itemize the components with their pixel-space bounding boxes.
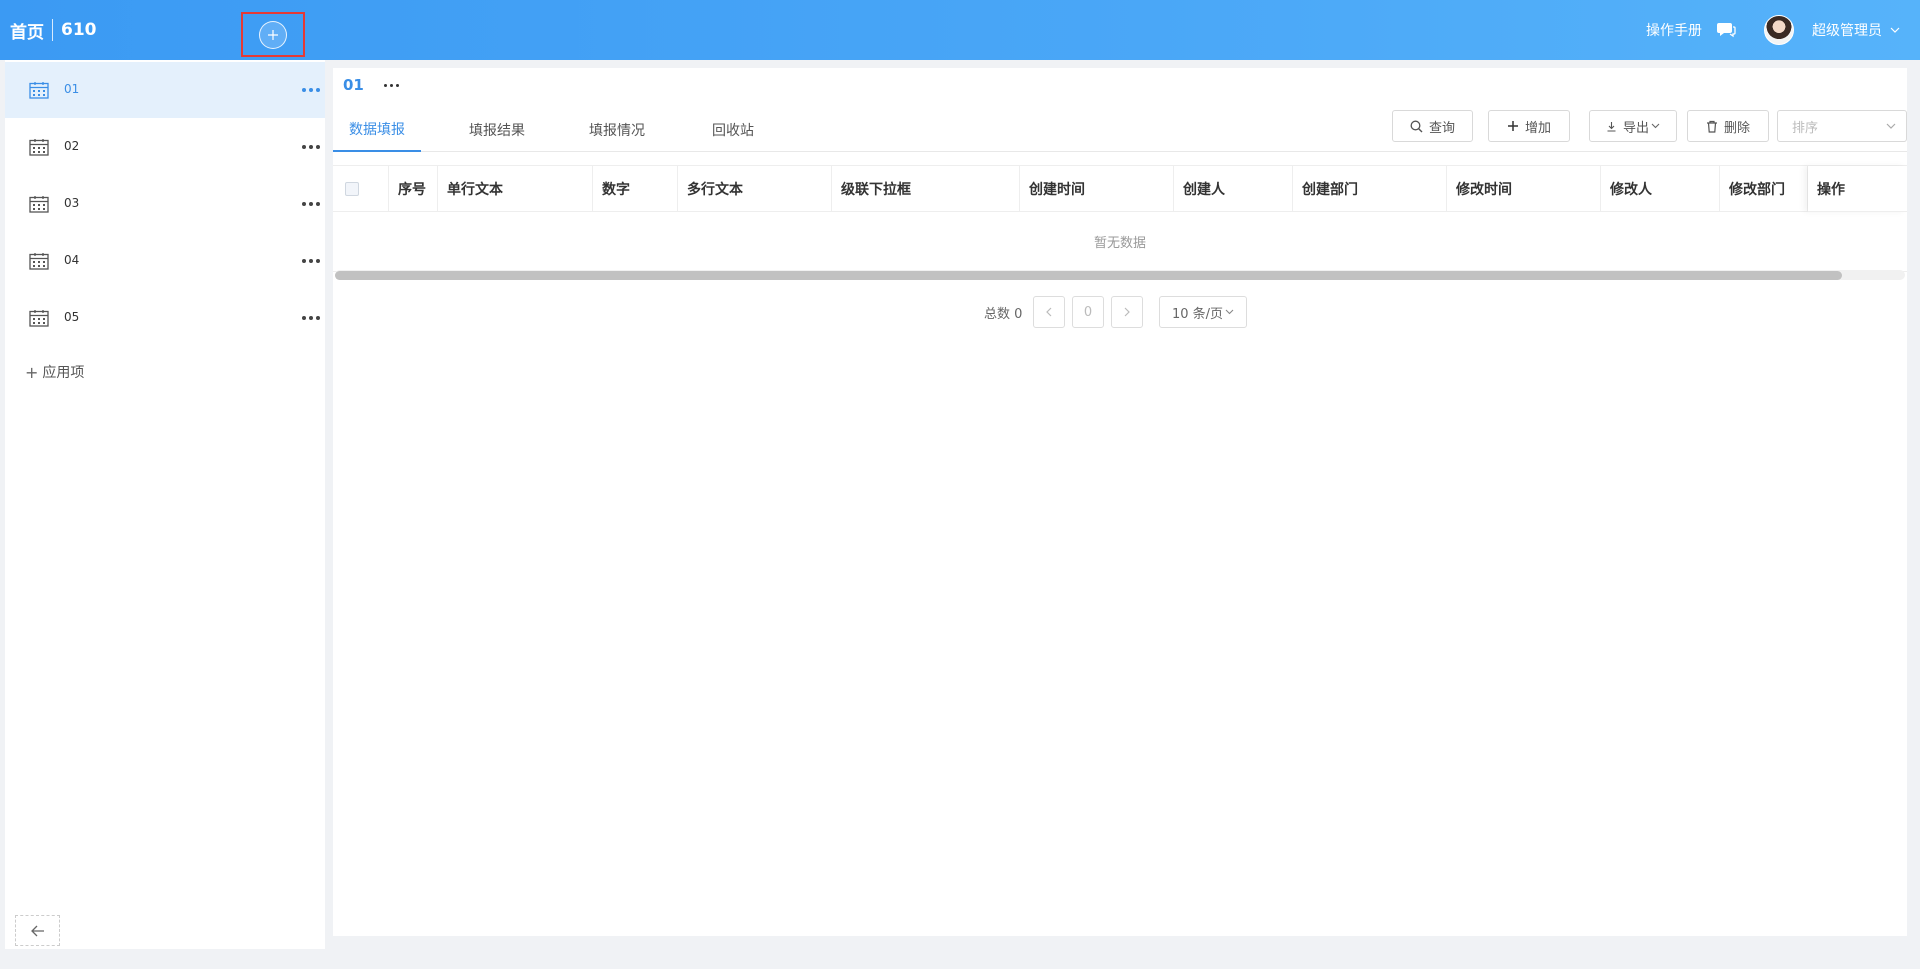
main-panel: 01 数据填报 填报结果 填报情况 回收站 查询 增加 导出 删除 排序 序号 … [333, 68, 1907, 936]
chevron-down-icon [1651, 123, 1660, 129]
select-all-cell [333, 166, 389, 212]
add-app-button[interactable] [241, 12, 305, 57]
scrollbar-thumb[interactable] [335, 271, 1842, 280]
calendar-icon [29, 196, 49, 213]
download-icon [1607, 121, 1616, 132]
sidebar-item-03[interactable]: 03 [5, 176, 325, 232]
app-name: 610 [61, 20, 97, 40]
column-header: 操作 [1808, 166, 1907, 212]
column-header[interactable]: 创建时间 [1020, 166, 1174, 212]
sidebar-item-label: 01 [64, 82, 80, 96]
avatar[interactable] [1764, 15, 1794, 45]
sort-placeholder: 排序 [1792, 120, 1819, 136]
tab-recycle-bin[interactable]: 回收站 [693, 108, 773, 152]
tab-status[interactable]: 填报情况 [573, 108, 661, 152]
more-icon[interactable] [302, 259, 320, 263]
home-link[interactable]: 首页 [10, 18, 44, 43]
manual-link[interactable]: 操作手册 [1646, 20, 1702, 40]
sidebar-item-02[interactable]: 02 [5, 119, 325, 175]
add-app-item-button[interactable]: + 应用项 [25, 362, 84, 382]
calendar-icon [29, 82, 49, 99]
header-right: 操作手册 超级管理员 [1646, 0, 1900, 60]
page-size-select[interactable]: 10 条/页 [1159, 296, 1247, 328]
more-icon[interactable] [302, 145, 320, 149]
sidebar-item-05[interactable]: 05 [5, 290, 325, 346]
delete-label: 删除 [1723, 120, 1750, 136]
column-header[interactable]: 创建人 [1174, 166, 1293, 212]
tab-data-entry[interactable]: 数据填报 [333, 108, 421, 152]
next-page-button[interactable] [1111, 296, 1143, 328]
message-icon[interactable] [1716, 21, 1736, 39]
add-app-item-label: 应用项 [42, 365, 85, 381]
export-button[interactable]: 导出 [1589, 110, 1677, 142]
user-name: 超级管理员 [1812, 23, 1882, 39]
trash-icon [1706, 120, 1717, 133]
column-header[interactable]: 序号 [389, 166, 438, 212]
calendar-icon [29, 310, 49, 327]
horizontal-scrollbar[interactable] [335, 270, 1905, 280]
prev-page-button[interactable] [1033, 296, 1065, 328]
delete-button[interactable]: 删除 [1687, 110, 1769, 142]
add-button[interactable]: 增加 [1488, 110, 1570, 142]
arrow-left-icon [30, 925, 44, 936]
select-all-checkbox[interactable] [345, 182, 359, 196]
sidebar-item-label: 05 [64, 310, 80, 324]
calendar-icon [29, 253, 49, 270]
tab-results[interactable]: 填报结果 [453, 108, 541, 152]
user-menu[interactable]: 超级管理员 [1812, 20, 1900, 40]
chevron-down-icon [1886, 123, 1896, 129]
chevron-down-icon [1890, 27, 1900, 33]
column-header[interactable]: 修改时间 [1447, 166, 1601, 212]
column-header[interactable]: 修改部门 [1720, 166, 1808, 212]
sidebar-item-01[interactable]: 01 [5, 62, 325, 118]
sort-select[interactable]: 排序 [1777, 110, 1907, 142]
pagination: 总数 0 0 10 条/页 [333, 296, 1907, 328]
column-header[interactable]: 修改人 [1601, 166, 1720, 212]
page-title: 01 [343, 76, 364, 94]
chevron-down-icon [1225, 309, 1234, 315]
export-label: 导出 [1622, 120, 1649, 136]
chevron-right-icon [1124, 307, 1130, 317]
search-icon [1410, 120, 1423, 132]
current-page[interactable]: 0 [1072, 296, 1104, 328]
top-header: 首页 610 操作手册 超级管理员 [0, 0, 1920, 60]
column-header[interactable]: 多行文本 [678, 166, 832, 212]
plus-icon [259, 20, 287, 49]
sidebar-item-label: 02 [64, 139, 80, 153]
collapse-sidebar-button[interactable] [15, 915, 60, 946]
empty-state: 暂无数据 [333, 212, 1907, 272]
more-icon[interactable] [302, 202, 320, 206]
more-icon[interactable] [383, 83, 399, 87]
brand: 首页 610 [10, 0, 97, 60]
sidebar-item-label: 03 [64, 196, 80, 210]
sidebar-item-04[interactable]: 04 [5, 233, 325, 289]
total-count: 总数 0 [984, 307, 1023, 322]
page-size-label: 10 条/页 [1171, 306, 1224, 322]
sidebar-item-label: 04 [64, 253, 80, 267]
query-button[interactable]: 查询 [1392, 110, 1473, 142]
plus-icon [1507, 121, 1518, 131]
page-title-bar: 01 [343, 76, 399, 94]
column-header[interactable]: 创建部门 [1293, 166, 1447, 212]
column-header[interactable]: 数字 [593, 166, 678, 212]
divider [52, 19, 53, 41]
column-header[interactable]: 级联下拉框 [832, 166, 1020, 212]
plus-icon: + [25, 362, 39, 382]
sidebar: 01 02 03 04 05 + 应用项 [5, 60, 325, 949]
query-label: 查询 [1428, 120, 1455, 136]
calendar-icon [29, 139, 49, 156]
more-icon[interactable] [302, 316, 320, 320]
more-icon[interactable] [302, 88, 320, 92]
column-header[interactable]: 单行文本 [438, 166, 593, 212]
chevron-left-icon [1046, 307, 1052, 317]
add-label: 增加 [1524, 120, 1551, 136]
table-header: 序号 单行文本 数字 多行文本 级联下拉框 创建时间 创建人 创建部门 修改时间… [333, 165, 1907, 212]
